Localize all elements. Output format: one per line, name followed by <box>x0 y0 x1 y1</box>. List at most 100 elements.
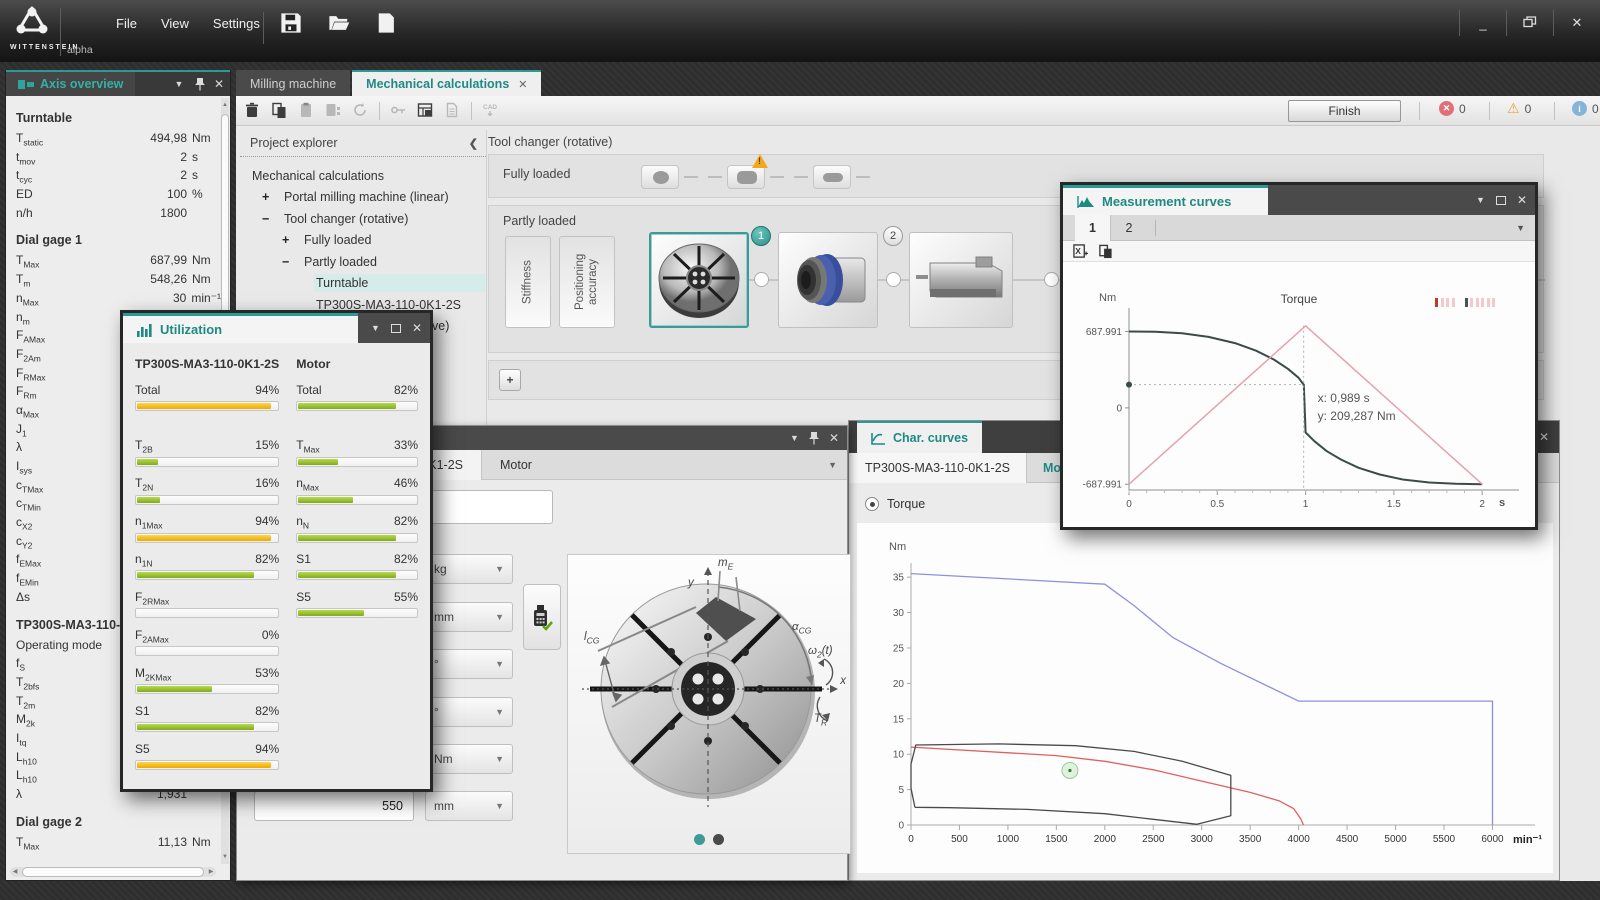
utilization-bar: T2N16% <box>135 476 279 504</box>
restore-icon[interactable] <box>1519 16 1541 31</box>
duplicate-icon[interactable] <box>325 102 342 119</box>
utilization-bar: M2KMax53% <box>135 666 279 694</box>
unit-dropdown[interactable]: mm▼ <box>425 791 513 821</box>
close-icon[interactable]: ✕ <box>1566 15 1588 31</box>
tree-item[interactable]: +Portal milling machine (linear) <box>240 187 486 209</box>
menu-settings[interactable]: Settings <box>213 16 260 31</box>
connection-dot[interactable] <box>1044 272 1059 287</box>
pin-icon[interactable] <box>809 431 819 445</box>
report-icon[interactable] <box>444 102 461 119</box>
scroll-up-icon[interactable]: ▲ <box>221 100 229 110</box>
close-icon[interactable]: ✕ <box>829 431 839 445</box>
add-button[interactable]: + <box>499 369 521 391</box>
tab-1[interactable]: 1 <box>1075 215 1111 241</box>
collapse-icon[interactable]: − <box>262 212 282 226</box>
chevron-down-icon[interactable]: ▼ <box>1476 195 1485 205</box>
cad-download-icon[interactable]: CAD <box>482 102 499 119</box>
acg-label: αCG <box>792 621 811 635</box>
menu-view[interactable]: View <box>161 16 189 31</box>
finish-button[interactable]: Finish <box>1288 100 1401 122</box>
axis-section: Turntable <box>16 111 221 131</box>
motor-component-image[interactable] <box>909 232 1013 328</box>
chevron-down-icon[interactable]: ▼ <box>172 79 186 89</box>
excel-export-icon[interactable]: X <box>1073 244 1088 259</box>
page-dot[interactable] <box>713 834 724 845</box>
unit-dropdown[interactable]: °▼ <box>425 697 513 727</box>
menu-file[interactable]: File <box>116 16 137 31</box>
length-input[interactable]: 550 <box>254 791 414 821</box>
tab-mechanical-calculations[interactable]: Mechanical calculations✕ <box>352 70 541 96</box>
toolbar-divider <box>263 12 264 44</box>
unit-dropdown[interactable]: Nm▼ <box>425 744 513 774</box>
utilization-bar: S594% <box>135 742 279 770</box>
page-dot-active[interactable] <box>694 834 705 845</box>
mini-component-icon <box>641 165 679 189</box>
close-icon[interactable]: ✕ <box>1517 193 1527 207</box>
utilization-bar: S182% <box>296 552 418 580</box>
connection-dot[interactable] <box>754 272 769 287</box>
maximize-icon[interactable] <box>1496 196 1506 205</box>
connection-dot[interactable] <box>886 272 901 287</box>
svg-text:0: 0 <box>1116 403 1122 414</box>
copy-icon[interactable] <box>1098 244 1113 259</box>
expand-icon[interactable]: + <box>282 233 302 247</box>
brand-product: alpha <box>67 44 93 56</box>
turntable-diagram: mE y lCG αCG ω2(t) x TR <box>567 554 851 854</box>
chevron-down-icon[interactable]: ▼ <box>1516 223 1525 233</box>
tree-item[interactable]: −Partly loaded <box>240 251 486 273</box>
utilization-header[interactable]: Utilization ▼ ✕ <box>123 313 430 343</box>
close-icon[interactable]: ✕ <box>1539 430 1549 444</box>
collapse-icon[interactable]: − <box>282 255 302 269</box>
positioning-accuracy-button[interactable]: Positioning accuracy <box>559 236 615 328</box>
tab-motor[interactable]: Motor <box>482 450 550 480</box>
pin-icon[interactable] <box>195 77 205 91</box>
refresh-icon[interactable] <box>352 102 369 119</box>
delete-icon[interactable] <box>244 102 261 119</box>
key-icon[interactable] <box>390 102 407 119</box>
chevron-down-icon[interactable]: ▼ <box>828 460 837 470</box>
scroll-right-icon[interactable]: ▶ <box>206 867 216 877</box>
stiffness-button[interactable]: Stiffness <box>505 236 551 328</box>
close-icon[interactable]: ✕ <box>214 77 224 91</box>
measurement-header[interactable]: Measurement curves ▼ ✕ <box>1063 185 1535 215</box>
gearbox-component-image[interactable] <box>778 232 878 328</box>
svg-text:5000: 5000 <box>1384 834 1407 845</box>
chevron-down-icon[interactable]: ▼ <box>790 433 799 443</box>
unit-dropdown[interactable]: mm▼ <box>425 602 513 632</box>
tree-item[interactable]: +Fully loaded <box>240 230 486 252</box>
close-icon[interactable]: ✕ <box>412 321 422 335</box>
tab-2[interactable]: 2 <box>1111 215 1147 241</box>
collapse-panel-icon[interactable]: ❮ <box>469 137 478 150</box>
utilization-bar: nN82% <box>296 514 418 542</box>
fully-loaded-label: Fully loaded <box>503 167 570 181</box>
new-project-icon[interactable] <box>376 12 398 37</box>
scroll-down-icon[interactable]: ▼ <box>221 852 229 862</box>
tab-milling-machine[interactable]: Milling machine <box>236 70 350 96</box>
minimize-icon[interactable]: _ <box>1472 16 1494 31</box>
open-project-icon[interactable] <box>328 12 350 37</box>
close-tab-icon[interactable]: ✕ <box>518 78 527 91</box>
save-icon[interactable] <box>280 12 302 37</box>
turntable-component-image[interactable] <box>649 232 749 328</box>
chevron-down-icon[interactable]: ▼ <box>371 323 380 333</box>
radio-icon[interactable] <box>865 497 879 511</box>
paste-icon[interactable] <box>298 102 315 119</box>
tree-item[interactable]: Mechanical calculations <box>240 165 486 187</box>
maximize-icon[interactable] <box>391 324 401 333</box>
unit-dropdown[interactable]: °▼ <box>425 649 513 679</box>
tree-item[interactable]: −Tool changer (rotative) <box>240 208 486 230</box>
connection-node-1[interactable]: 1 <box>751 226 771 246</box>
scroll-left-icon[interactable]: ◀ <box>10 867 20 877</box>
horizontal-scrollbar[interactable]: ◀ ▶ <box>10 867 216 877</box>
axis-overview-header[interactable]: Axis overview ▼ ✕ <box>6 70 230 96</box>
expand-icon[interactable]: + <box>262 190 282 204</box>
mass-calculator-button[interactable] <box>523 584 561 650</box>
datasheet-icon[interactable] <box>417 102 434 119</box>
connection-node-2[interactable]: 2 <box>883 226 903 246</box>
tree-item[interactable]: Turntable <box>240 273 486 295</box>
copy-icon[interactable] <box>271 102 288 119</box>
axis-row: TMax687,99Nm <box>16 253 221 272</box>
torque-radio[interactable]: Torque <box>865 497 925 511</box>
unit-dropdown[interactable]: kg▼ <box>425 554 513 584</box>
tab-gearbox[interactable]: TP300S-MA3-110-0K1-2S <box>849 453 1027 483</box>
